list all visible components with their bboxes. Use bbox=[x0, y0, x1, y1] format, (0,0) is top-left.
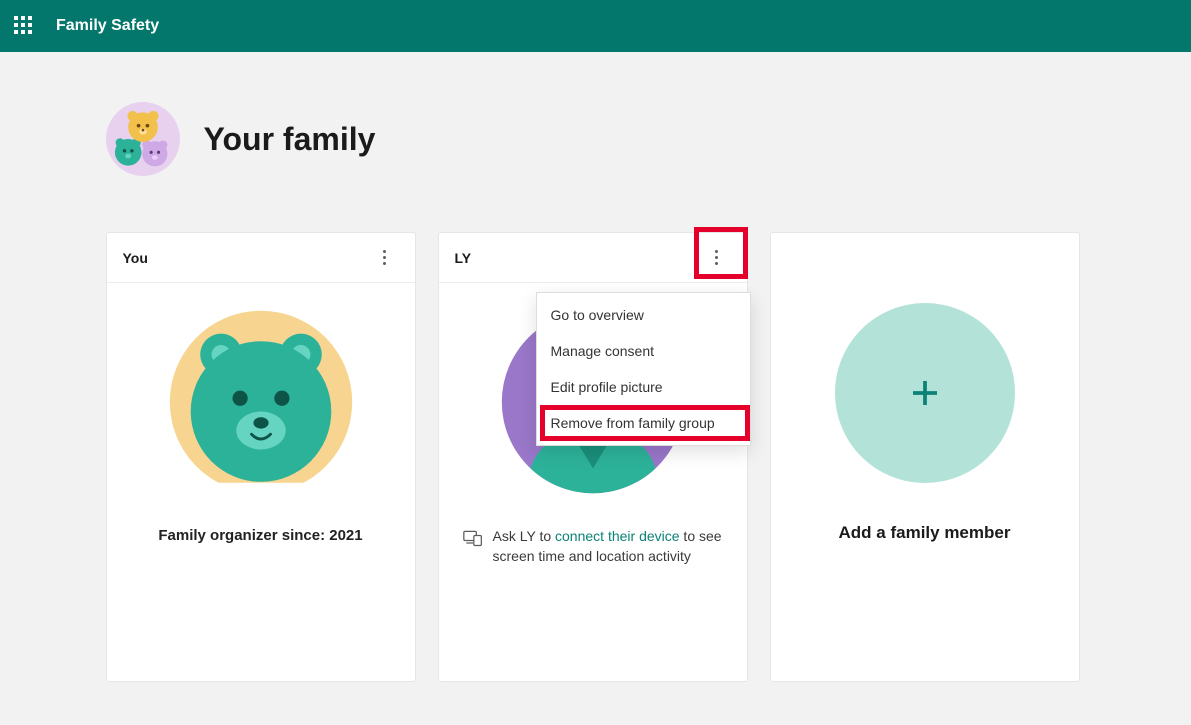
card-member-device-hint: Ask LY to connect their device to see sc… bbox=[463, 527, 723, 566]
card-you-avatar-icon bbox=[166, 307, 356, 497]
add-member-plus-icon bbox=[835, 303, 1015, 483]
family-logo-icon bbox=[106, 102, 180, 176]
menu-item-remove[interactable]: Remove from family group bbox=[537, 405, 750, 441]
app-launcher-icon[interactable] bbox=[14, 16, 34, 36]
cards-row: You bbox=[106, 232, 1086, 682]
card-member-more-button[interactable] bbox=[703, 244, 731, 272]
menu-item-overview[interactable]: Go to overview bbox=[537, 297, 750, 333]
card-you-title: You bbox=[123, 250, 148, 266]
member-context-menu: Go to overview Manage consent Edit profi… bbox=[536, 292, 751, 446]
card-you: You bbox=[106, 232, 416, 682]
card-you-caption: Family organizer since: 2021 bbox=[158, 527, 362, 544]
top-bar: Family Safety bbox=[0, 0, 1191, 52]
card-add-member[interactable]: Add a family member bbox=[770, 232, 1080, 682]
connect-device-link[interactable]: connect their device bbox=[555, 528, 680, 544]
devices-icon bbox=[463, 529, 483, 553]
card-member-title: LY bbox=[455, 250, 472, 266]
page-header: Your family bbox=[106, 102, 1086, 176]
ask-prefix: Ask LY to bbox=[493, 528, 556, 544]
menu-item-consent[interactable]: Manage consent bbox=[537, 333, 750, 369]
app-title: Family Safety bbox=[56, 17, 159, 35]
menu-item-edit-pic[interactable]: Edit profile picture bbox=[537, 369, 750, 405]
card-you-more-button[interactable] bbox=[371, 244, 399, 272]
page-title: Your family bbox=[204, 121, 376, 158]
add-member-label: Add a family member bbox=[839, 523, 1011, 543]
main-content: Your family You bbox=[0, 52, 1191, 682]
